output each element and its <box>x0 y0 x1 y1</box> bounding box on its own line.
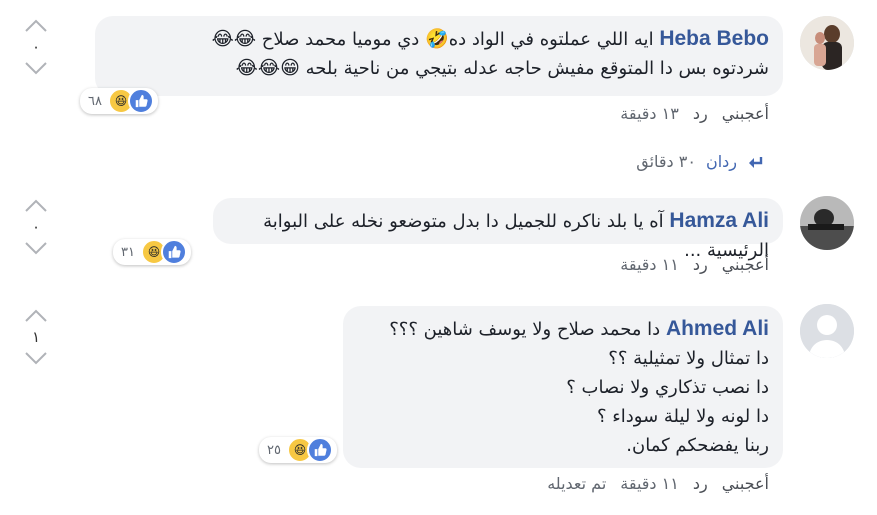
reaction-summary[interactable]: ٢٥ 😆 <box>259 437 337 463</box>
avatar[interactable] <box>800 304 854 358</box>
comment-hamza-ali: ٠ Hamza Ali آه يا بلد ناكره للجميل دا بد… <box>0 190 877 290</box>
comment-text: ايه اللي عملتوه في الواد ده <box>448 29 654 50</box>
chevron-down-icon[interactable] <box>22 238 50 258</box>
view-replies-link[interactable]: ردان ٣٠ دقائق <box>636 152 767 171</box>
comment-bubble: Heba Bebo ايه اللي عملتوه في الواد ده🤣 د… <box>95 16 783 96</box>
like-icon <box>160 239 187 265</box>
avatar-image <box>800 196 854 250</box>
comment-actions: أعجبني رد ١١ دقيقة تم تعديله <box>547 474 769 493</box>
timestamp[interactable]: ١١ دقيقة <box>620 255 679 274</box>
comment-bubble: Hamza Ali آه يا بلد ناكره للجميل دا بدل … <box>213 198 783 261</box>
reaction-count: ٢٥ <box>267 442 281 458</box>
reply-arrow-icon <box>749 156 763 168</box>
chevron-down-icon[interactable] <box>22 348 50 368</box>
timestamp[interactable]: ١١ دقيقة <box>620 474 679 493</box>
avatar-image <box>800 16 854 70</box>
comment-bubble: Ahmed Ali دا محمد صلاح ولا يوسف شاهين ؟؟… <box>343 306 783 468</box>
vote-controls: ٠ <box>18 196 54 258</box>
comment-line: ربنا يفضحكم كمان. <box>626 435 769 456</box>
like-icon <box>306 437 333 463</box>
timestamp[interactable]: ١٣ دقيقة <box>620 104 679 123</box>
emoji: 😁😂😂 <box>235 57 300 79</box>
chevron-down-icon[interactable] <box>22 58 50 78</box>
comment-line: دا لونه ولا ليلة سوداء ؟ <box>597 406 769 427</box>
author-name[interactable]: Ahmed Ali <box>666 317 769 340</box>
comment-line: دا نصب تذكاري ولا نصاب ؟ <box>566 377 769 398</box>
comment-actions: أعجبني رد ١١ دقيقة <box>620 255 769 274</box>
reaction-summary[interactable]: ٦٨ 😆 <box>80 88 158 114</box>
like-button[interactable]: أعجبني <box>722 255 769 274</box>
chevron-up-icon[interactable] <box>22 306 50 326</box>
vote-controls: ٠ <box>18 16 54 78</box>
reply-button[interactable]: رد <box>693 104 708 123</box>
chevron-up-icon[interactable] <box>22 16 50 36</box>
chevron-up-icon[interactable] <box>22 196 50 216</box>
reply-button[interactable]: رد <box>693 255 708 274</box>
comment-text: دي موميا محمد صلاح <box>256 29 426 50</box>
comment-line: شردتوه بس دا المتوقع مفيش حاجه عدله بتيج… <box>109 54 769 83</box>
author-name[interactable]: Hamza Ali <box>669 209 769 232</box>
default-avatar-icon <box>800 304 854 358</box>
like-button[interactable]: أعجبني <box>722 474 769 493</box>
comment-ahmed-ali: ١ Ahmed Ali دا محمد صلاح ولا يوسف شاهين … <box>0 300 877 515</box>
vote-count: ٠ <box>31 38 41 56</box>
comment-line: دا تمثال ولا تمثيلية ؟؟ <box>608 348 769 369</box>
comment-heba-bebo: ٠ Heba Bebo ايه اللي عملتوه في الواد ده🤣… <box>0 0 877 130</box>
avatar[interactable] <box>800 16 854 70</box>
emoji: 🤣 <box>425 28 449 50</box>
comment-text: دا محمد صلاح ولا يوسف شاهين ؟؟؟ <box>389 319 661 340</box>
comment-text: شردتوه بس دا المتوقع مفيش حاجه عدله بتيج… <box>299 58 769 79</box>
author-name[interactable]: Heba Bebo <box>659 27 769 50</box>
comment-line: Heba Bebo ايه اللي عملتوه في الواد ده🤣 د… <box>109 24 769 54</box>
vote-count: ٠ <box>31 218 41 236</box>
reaction-summary[interactable]: ٣١ 😆 <box>113 239 191 265</box>
comment-line: Ahmed Ali دا محمد صلاح ولا يوسف شاهين ؟؟… <box>357 314 769 344</box>
replies-time: ٣٠ دقائق <box>636 152 696 171</box>
replies-label[interactable]: ردان <box>706 152 737 171</box>
like-button[interactable]: أعجبني <box>722 104 769 123</box>
avatar[interactable] <box>800 196 854 250</box>
edited-label[interactable]: تم تعديله <box>547 474 606 493</box>
vote-controls: ١ <box>18 306 54 368</box>
like-icon <box>127 88 154 114</box>
reaction-count: ٦٨ <box>88 93 102 109</box>
comment-actions: أعجبني رد ١٣ دقيقة <box>620 104 769 123</box>
reply-button[interactable]: رد <box>693 474 708 493</box>
reaction-count: ٣١ <box>121 244 135 260</box>
emoji: 😂😂 <box>211 28 257 50</box>
vote-count: ١ <box>31 328 41 346</box>
